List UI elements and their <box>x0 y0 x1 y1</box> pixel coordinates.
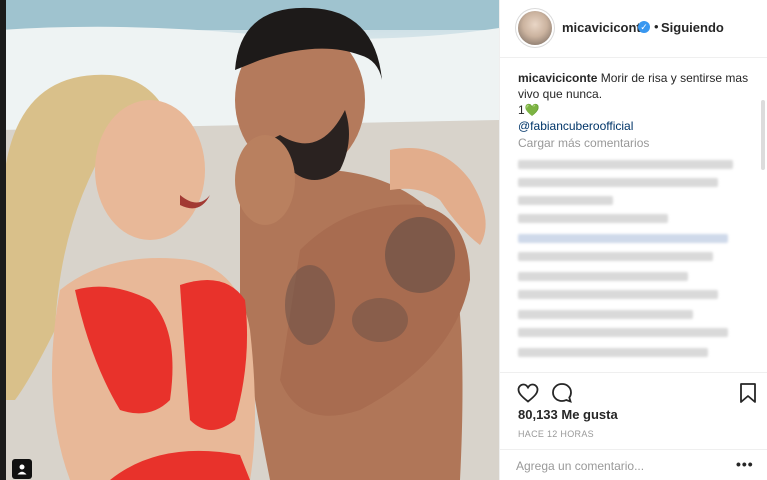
post-header: micaviciconte ✓ • Siguiendo <box>500 0 767 58</box>
header-separator: • <box>654 19 659 34</box>
verified-badge-icon: ✓ <box>638 21 650 33</box>
avatar[interactable] <box>518 11 552 45</box>
blurred-comment-line <box>518 348 708 357</box>
comments-scrollbar[interactable] <box>761 100 765 170</box>
add-comment-input[interactable] <box>516 456 716 476</box>
heart-icon[interactable] <box>516 381 540 405</box>
likes-count[interactable]: 80,133 Me gusta <box>518 407 618 422</box>
blurred-comment-line <box>518 214 668 223</box>
photo-left-edge <box>0 0 6 480</box>
blurred-comment-line <box>518 272 688 281</box>
post-timestamp: HACE 12 HORAS <box>518 429 594 439</box>
blurred-comment-line <box>518 160 733 169</box>
blurred-comment-line <box>518 290 718 299</box>
header-username[interactable]: micaviciconte <box>562 20 648 35</box>
blurred-comment-line <box>518 310 693 319</box>
blurred-comment-line <box>518 196 613 205</box>
load-more-comments-button[interactable]: Cargar más comentarios <box>518 136 649 150</box>
blurred-comment-line <box>518 178 718 187</box>
green-heart-icon: 💚 <box>524 103 540 117</box>
caption-line2-prefix: 1 <box>518 103 525 117</box>
post-photo[interactable] <box>0 0 499 480</box>
add-comment-row: ••• <box>500 449 767 480</box>
more-options-button[interactable]: ••• <box>736 456 754 472</box>
post-actions <box>500 372 767 412</box>
bookmark-icon[interactable] <box>736 381 760 405</box>
blurred-comment-line <box>518 234 728 243</box>
caption-username[interactable]: micaviciconte <box>518 71 597 85</box>
blurred-comment-line <box>518 252 713 261</box>
follow-status-button[interactable]: Siguiendo <box>661 20 724 35</box>
comment-bubble-icon[interactable] <box>550 381 574 405</box>
post-side-panel: micaviciconte ✓ • Siguiendo micavicicont… <box>499 0 767 480</box>
person-tag-glyph <box>17 464 27 475</box>
blurred-comment-line <box>518 328 728 337</box>
post-image-art <box>0 0 499 480</box>
caption-mention-link[interactable]: @fabiancuberoofficial <box>518 119 633 133</box>
person-tag-icon[interactable] <box>12 459 32 479</box>
caption-block: micaviciconte Morir de risa y sentirse m… <box>518 70 758 134</box>
